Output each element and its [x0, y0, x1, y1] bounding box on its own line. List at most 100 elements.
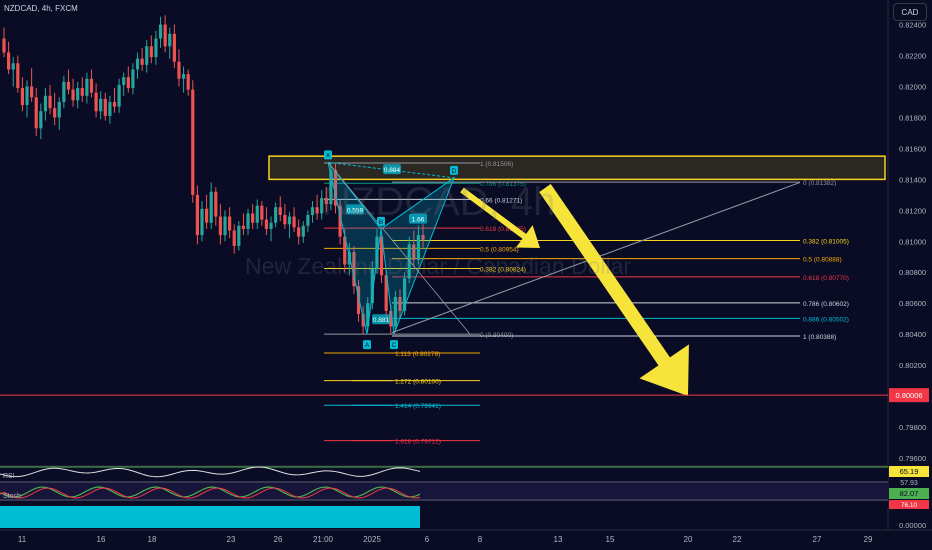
- candle-body: [108, 101, 112, 116]
- candle-body: [122, 77, 126, 85]
- candle-body: [66, 81, 71, 90]
- y-tick-label: 0.81800: [899, 113, 926, 122]
- currency-button[interactable]: CAD: [893, 3, 927, 21]
- candle-body: [140, 58, 144, 65]
- x-tick-label: 15: [606, 535, 615, 544]
- rsi-label: RSI: [3, 473, 15, 480]
- x-tick-label: 18: [148, 535, 157, 544]
- candle-body: [112, 101, 117, 107]
- y-tick-label: 0.81400: [899, 175, 926, 184]
- rsi-value-label: 65.19: [900, 467, 919, 476]
- fib-right-label: 0.5 (0.80888): [803, 257, 842, 264]
- stoch-value-label: 82.07: [900, 489, 919, 498]
- y-tick-label: 0.80200: [899, 361, 926, 370]
- candle-body: [145, 46, 149, 65]
- x-tick-label: 21:00: [313, 535, 334, 544]
- stoch-value-label-2: 76.10: [901, 502, 918, 509]
- candle-body: [209, 191, 213, 223]
- y-tick-label: 0.82000: [899, 82, 926, 91]
- candle-body: [195, 194, 199, 236]
- candle-body: [274, 207, 278, 223]
- fib-right-label: 0.786 (0.80602): [803, 301, 849, 308]
- x-tick-label: 8: [478, 535, 483, 544]
- candle-body: [223, 216, 227, 236]
- y-tick-label: 0.80800: [899, 268, 926, 277]
- candle-body: [301, 225, 305, 237]
- y-tick-label: 0.80400: [899, 330, 926, 339]
- candle-body: [103, 98, 107, 116]
- candle-body: [7, 52, 11, 70]
- pattern-point-label: A: [365, 342, 370, 349]
- y-tick-label: 0.80600: [899, 299, 926, 308]
- x-tick-label: 11: [18, 535, 27, 544]
- y-tick-label: 0.79800: [899, 423, 926, 432]
- stoch-label: Stoch: [3, 493, 21, 500]
- candle-body: [306, 214, 310, 226]
- candle-body: [34, 97, 38, 129]
- fib-level-label: 1.414 (0.79941): [395, 403, 441, 410]
- symbol-header: NZDCAD, 4h, FXCM: [4, 4, 78, 13]
- candle-body: [310, 207, 315, 215]
- y-tick-label: 0.81000: [899, 237, 926, 246]
- candle-body: [269, 222, 273, 229]
- candle-body: [158, 24, 163, 39]
- candle-body: [297, 227, 301, 237]
- y-tick-label: 0.82400: [899, 21, 926, 30]
- candle-body: [99, 98, 103, 112]
- bottom-indicator-label: 0.00000: [899, 521, 926, 530]
- candle-body: [25, 86, 29, 106]
- candle-body: [154, 38, 158, 58]
- candle-body: [241, 225, 246, 229]
- fib-right-label: 0.886 (0.80502): [803, 316, 849, 323]
- pattern-point-label: D: [452, 168, 457, 175]
- candle-body: [126, 77, 130, 89]
- candle-body: [53, 108, 57, 118]
- x-tick-label: 13: [554, 535, 563, 544]
- candle-body: [135, 58, 140, 70]
- y-tick-label: 0.81600: [899, 144, 926, 153]
- pattern-ratio-label: 0.884: [384, 167, 401, 174]
- candle-body: [48, 95, 52, 109]
- watermark-description: New Zealand Dollar / Canadian Dollar: [245, 253, 632, 279]
- x-tick-label: 22: [733, 535, 742, 544]
- candle-body: [191, 89, 195, 195]
- candle-body: [85, 78, 89, 96]
- x-tick-label: 16: [97, 535, 106, 544]
- candle-body: [292, 216, 296, 228]
- candle-body: [278, 207, 282, 215]
- candle-body: [62, 81, 66, 102]
- candle-body: [237, 225, 241, 246]
- x-tick-label: 20: [684, 535, 693, 544]
- candle-body: [57, 101, 61, 118]
- candle-body: [283, 214, 287, 225]
- candle-body: [89, 78, 94, 93]
- candle-body: [186, 74, 190, 90]
- rsi-value-label-2: 57.93: [900, 480, 918, 487]
- y-tick-label: 0.81200: [899, 206, 926, 215]
- x-tick-label: 2025: [363, 535, 381, 544]
- candle-body: [20, 88, 25, 106]
- candle-body: [181, 74, 186, 79]
- candle-body: [163, 24, 167, 47]
- candle-body: [264, 219, 269, 229]
- candle-body: [251, 213, 255, 223]
- candle-body: [228, 216, 232, 231]
- fib-level-label: 1.272 (0.80100): [395, 379, 441, 386]
- candle-body: [2, 38, 6, 53]
- fib-right-label: 0.382 (0.81005): [803, 239, 849, 246]
- y-tick-label: 0.82200: [899, 52, 926, 61]
- pattern-ratio-label: 0.881: [373, 317, 390, 324]
- pattern-point-label: X: [326, 152, 331, 159]
- candle-body: [204, 208, 209, 223]
- candle-body: [255, 205, 259, 223]
- candle-body: [94, 92, 98, 112]
- candle-body: [11, 63, 15, 70]
- fib-level-label: 1 (0.81506): [480, 161, 513, 168]
- x-tick-label: 27: [813, 535, 822, 544]
- candle-body: [200, 208, 204, 236]
- candle-body: [71, 89, 75, 101]
- candle-body: [16, 63, 20, 89]
- y-tick-label: 0.79600: [899, 454, 926, 463]
- candle-body: [168, 33, 172, 47]
- candle-body: [43, 95, 48, 112]
